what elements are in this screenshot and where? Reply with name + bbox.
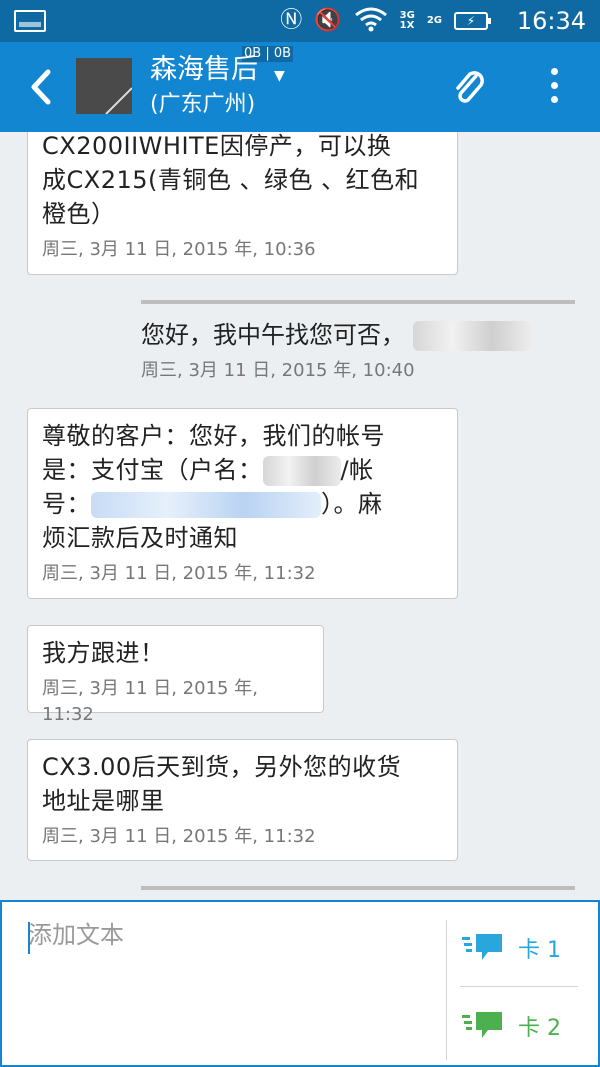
message-input[interactable]: 添加文本	[28, 920, 124, 950]
message-text: 烦汇款后及时通知	[42, 524, 238, 552]
contact-location: (广东广州)	[150, 92, 256, 117]
composer-divider	[460, 986, 578, 987]
conversation-app-bar: 0B | 0B 森海售后 ▼ (广东广州)	[0, 42, 600, 132]
chevron-down-icon[interactable]: ▼	[274, 68, 285, 84]
message-bubble-incoming[interactable]: CX200IIWHITE因停产，可以换 成CX215(青铜色 、绿色 、红色和 …	[27, 132, 458, 275]
back-arrow-icon[interactable]	[22, 64, 62, 110]
message-text-content: 是：支付宝（户名：	[42, 456, 263, 484]
gallery-notification-icon	[14, 10, 46, 32]
message-time: 周三, 3月 11 日, 2015 年, 10:36	[42, 239, 316, 260]
outgoing-divider	[141, 300, 575, 304]
message-text: 成CX215(青铜色 、绿色 、红色和	[42, 166, 420, 194]
redacted-content	[412, 321, 531, 351]
network-1x-label: 1X	[399, 20, 415, 31]
message-text-content: ）。麻	[321, 490, 383, 518]
mute-icon: 🔇	[314, 8, 342, 33]
attach-icon[interactable]	[448, 66, 492, 110]
network-2g-label: 2G	[426, 15, 442, 26]
status-icons: Ⓝ 🔇 3G 1X 2G ⚡	[280, 6, 491, 36]
battery-charging-icon: ⚡	[454, 12, 491, 30]
redacted-content	[262, 456, 341, 486]
message-text: CX200IIWHITE因停产，可以换	[42, 132, 392, 160]
message-text: CX3.00后天到货，另外您的收货	[42, 753, 402, 781]
send-sim1-button[interactable]: 卡 1	[462, 928, 561, 968]
message-text: 我方跟进！	[42, 639, 165, 667]
status-bar: Ⓝ 🔇 3G 1X 2G ⚡ 16:34	[0, 0, 600, 42]
send-sim1-icon	[462, 930, 504, 966]
redacted-link	[91, 492, 321, 518]
message-outgoing[interactable]: 您好，我中午找您可否， 周三, 3月 11 日, 2015 年, 10:40	[141, 300, 575, 384]
message-bubble-incoming[interactable]: 尊敬的客户：您好，我们的帐号 是：支付宝（户名： /帐 号： ）。麻 烦汇款后及时通…	[27, 408, 458, 599]
message-text: 地址是哪里	[42, 787, 165, 815]
sim2-label: 卡 2	[518, 1016, 561, 1041]
message-composer: 添加文本 卡 1 卡 2	[0, 900, 600, 1067]
more-vert-icon[interactable]	[544, 68, 564, 108]
sim1-label: 卡 1	[518, 938, 561, 963]
message-text: 是：支付宝（户名： /帐	[42, 453, 443, 487]
composer-divider	[446, 920, 447, 1060]
message-text: 您好，我中午找您可否，	[141, 318, 575, 352]
message-text-content: /帐	[340, 456, 374, 484]
message-text-content: 您好，我中午找您可否，	[141, 321, 405, 349]
message-time: 周三, 3月 11 日, 2015 年, 11:32	[42, 826, 316, 847]
message-time: 周三, 3月 11 日, 2015 年, 11:32	[42, 678, 258, 725]
message-text-content: 号：	[42, 490, 91, 518]
network-3g-1x: 3G 1X	[400, 11, 415, 31]
send-sim2-button[interactable]: 卡 2	[462, 1006, 561, 1046]
message-time: 周三, 3月 11 日, 2015 年, 11:32	[42, 563, 316, 584]
message-bubble-incoming[interactable]: CX3.00后天到货，另外您的收货 地址是哪里 周三, 3月 11 日, 201…	[27, 739, 458, 861]
outgoing-divider	[141, 886, 575, 890]
wifi-icon	[354, 6, 388, 36]
message-time: 周三, 3月 11 日, 2015 年, 10:40	[141, 360, 415, 381]
contact-name[interactable]: 森海售后	[150, 52, 258, 88]
message-text: 号： ）。麻	[42, 487, 443, 521]
message-list[interactable]: CX200IIWHITE因停产，可以换 成CX215(青铜色 、绿色 、红色和 …	[0, 132, 600, 900]
message-bubble-incoming[interactable]: 我方跟进！ 周三, 3月 11 日, 2015 年, 11:32	[27, 625, 324, 725]
message-text: 尊敬的客户：您好，我们的帐号	[42, 422, 385, 450]
contact-avatar[interactable]	[76, 58, 132, 114]
clock: 16:34	[516, 7, 586, 35]
message-text: 橙色）	[42, 200, 116, 228]
text-cursor	[28, 922, 30, 954]
nfc-icon: Ⓝ	[280, 8, 303, 33]
send-sim2-icon	[462, 1008, 504, 1044]
